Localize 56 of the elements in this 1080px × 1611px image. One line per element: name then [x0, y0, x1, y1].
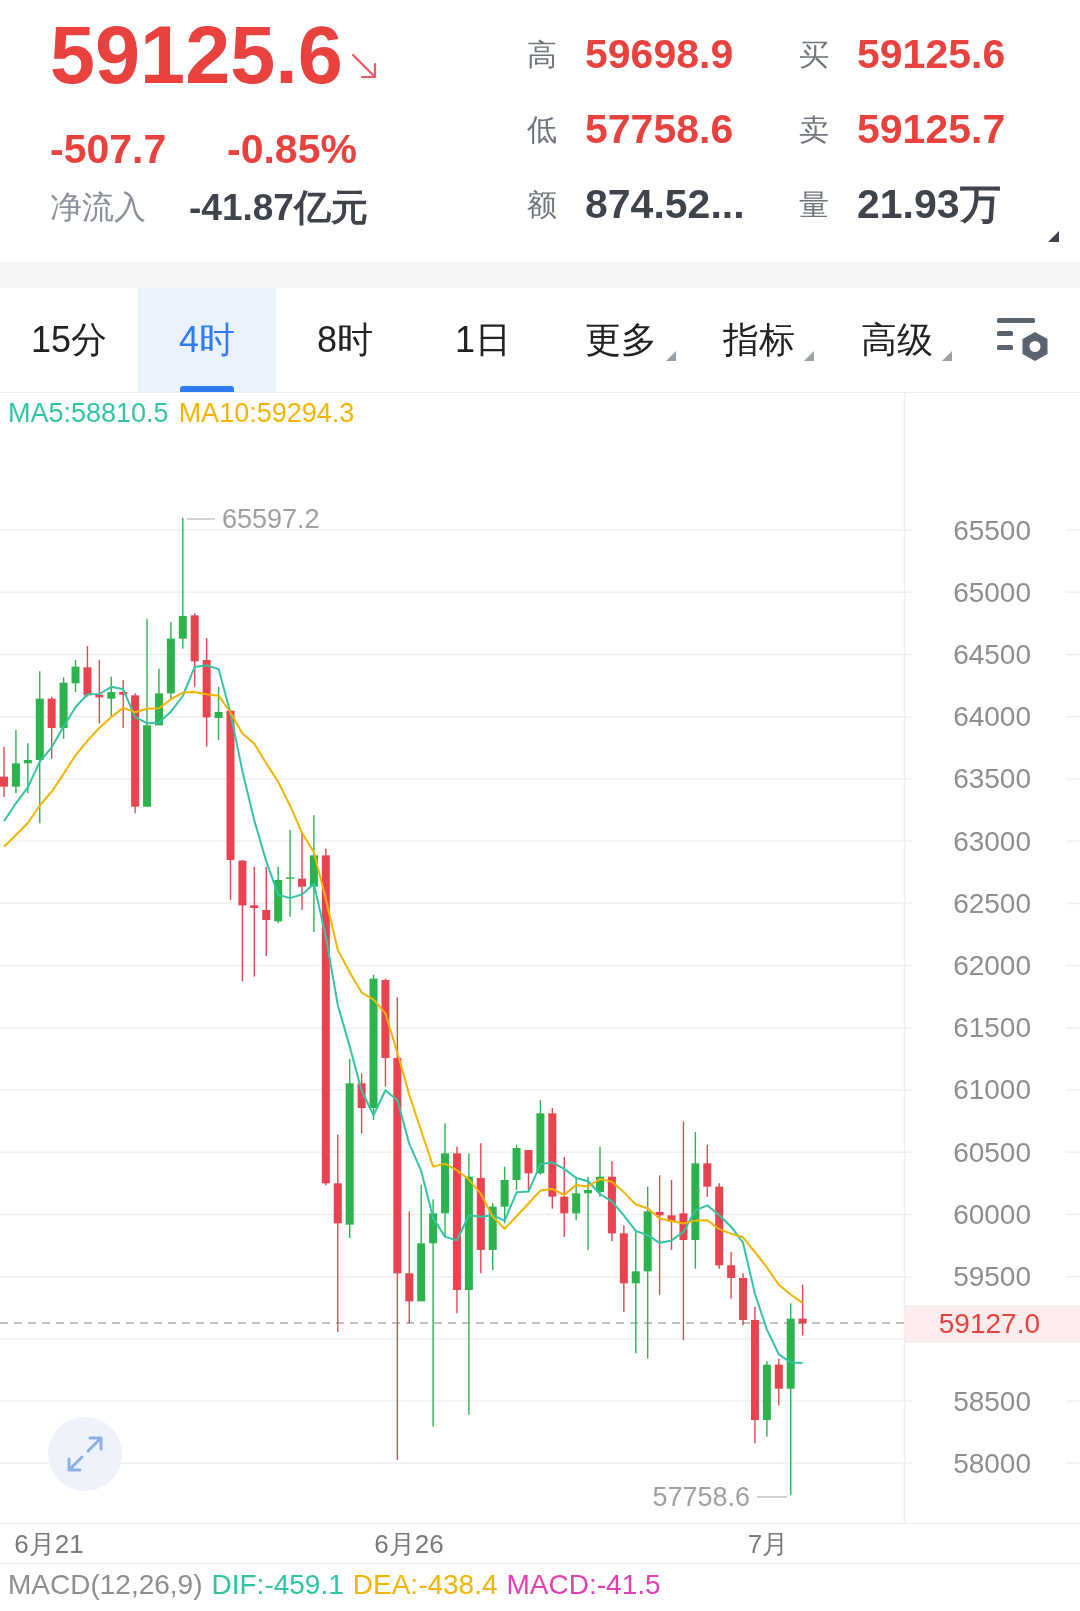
low-price-label: 57758.6	[652, 1482, 750, 1512]
y-axis-label: 64000	[953, 701, 1031, 733]
stat-label: 卖	[799, 114, 830, 145]
expand-icon	[66, 1435, 104, 1473]
tab[interactable]: 15分	[0, 288, 138, 392]
net-inflow-value: -41.87亿元	[189, 188, 368, 226]
tab[interactable]: 1日	[414, 288, 552, 392]
high-price-label: 65597.2	[222, 504, 320, 534]
macd-value: DIF:-459.1	[211, 1571, 344, 1599]
legend-label: MA5:58810.5	[8, 397, 169, 429]
x-axis-label: 6月21	[14, 1530, 84, 1557]
price-change: -507.7	[50, 128, 168, 170]
macd-value: DEA:-438.4	[352, 1571, 498, 1599]
selected-tab-indicator	[180, 386, 234, 392]
current-price-badge: 59127.0	[905, 1305, 1080, 1343]
tab[interactable]: 8时	[276, 288, 414, 392]
macd-value: MACD:-41.5	[506, 1571, 661, 1599]
y-axis-label: 62000	[953, 950, 1031, 982]
y-axis-label: 58500	[953, 1385, 1031, 1417]
macd-label: MACD(12,26,9)	[8, 1571, 203, 1599]
stat-label: 高	[527, 39, 558, 70]
net-inflow-label: 净流入	[50, 191, 147, 223]
y-axis-label: 61000	[953, 1074, 1031, 1106]
stat-label: 低	[527, 114, 558, 145]
y-axis-label: 60500	[953, 1136, 1031, 1168]
stat-value: 57758.6	[585, 109, 735, 150]
y-axis-label: 59500	[953, 1261, 1031, 1293]
corner-triangle-icon[interactable]	[1048, 231, 1059, 242]
y-axis-label: 60000	[953, 1198, 1031, 1230]
settings-icon	[997, 318, 1049, 362]
stat-value: 59698.9	[585, 34, 735, 75]
y-axis-label: 61500	[953, 1012, 1031, 1044]
legend-label: MA10:59294.3	[178, 397, 355, 429]
stat-label: 量	[799, 189, 830, 220]
y-axis-label: 58000	[953, 1447, 1031, 1479]
y-axis-label: 65000	[953, 576, 1031, 608]
tab[interactable]: 高级	[828, 288, 966, 392]
x-axis-label: 6月26	[374, 1530, 444, 1557]
stat-label: 额	[527, 189, 558, 220]
stat-label: 买	[799, 39, 830, 70]
leader-line	[186, 518, 216, 520]
leader-line	[756, 1496, 788, 1498]
x-axis-label: 7月	[747, 1530, 789, 1557]
stat-value: 59125.7	[857, 109, 1007, 150]
tab[interactable]: 更多	[552, 288, 690, 392]
percent-change: -0.85%	[227, 128, 357, 170]
stat-value: 59125.6	[857, 34, 1007, 75]
stat-value: 874.52...	[585, 184, 746, 225]
last-price: 59125.6	[50, 14, 343, 96]
y-axis-label: 63000	[953, 825, 1031, 857]
y-axis-label: 63500	[953, 763, 1031, 795]
y-axis-label: 65500	[953, 514, 1031, 546]
y-axis-label: 64500	[953, 638, 1031, 670]
y-axis-label: 62500	[953, 887, 1031, 919]
stat-value: 21.93万	[857, 184, 1002, 225]
tab[interactable]: 指标	[690, 288, 828, 392]
